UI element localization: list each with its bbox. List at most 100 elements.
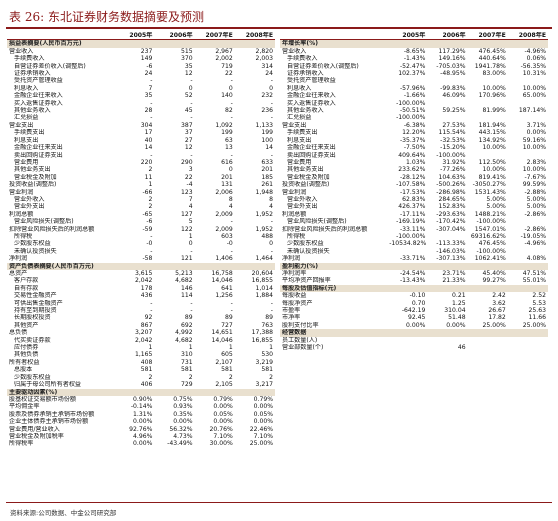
value-cell: 0.00% (253, 403, 273, 411)
value-cell: 616 (221, 158, 233, 166)
value-cell (508, 152, 548, 159)
value-cell: - (270, 299, 273, 307)
row-label: 自有存款 (14, 284, 39, 292)
table-row: 营业税金及附加税率 4.96% 4.73% 7.10% 7.10% (7, 433, 275, 440)
value-cell: 0.93% (173, 403, 193, 411)
left-header-row: 2005年 2006年 2007年E 2008年E (7, 32, 275, 41)
row-label: 少数股东权益 (287, 240, 324, 248)
row-label: 卖出回购证券支出 (14, 151, 63, 159)
value-cell (427, 100, 467, 107)
section-header-row: 经营数据 (280, 329, 548, 337)
table-row: 营业外支出 2 4 4 4 (7, 203, 275, 210)
table-row: 交易性金融资产 436 114 1,256 1,884 (7, 292, 275, 299)
row-label: 每股收益 (282, 292, 307, 300)
value-cell: 314 (261, 62, 273, 70)
table-row: 所得税 - 1 603 488 (7, 233, 275, 240)
value-cell: 17,388 (251, 329, 273, 337)
value-cell: 0.75% (173, 395, 193, 403)
value-cell: 121 (180, 255, 193, 263)
value-cell (468, 344, 508, 351)
value-cell: 112.50% (478, 158, 506, 166)
row-label: 净利润 (282, 255, 301, 263)
value-cell (468, 77, 508, 84)
row-label: 归属于母公司所有者权益 (14, 381, 82, 389)
value-cell: 25.00% (249, 440, 273, 448)
value-cell (467, 284, 508, 293)
right-table-body: 年增长率(%) 营业收入 -8.65% 117.29% 476.45% -4.96% 手续费… (280, 39, 548, 352)
table-row: 营业外收入 62.83% 284.65% 5.00% 5.00% (280, 196, 548, 203)
row-label: 营业外收入 (14, 195, 45, 203)
value-cell: 23.71% (442, 270, 466, 277)
row-label: 营业外支出 (287, 203, 318, 211)
table-row: 总股本 581 581 581 581 (7, 366, 275, 373)
value-cell: -17.11% (399, 210, 426, 218)
value-cell (154, 388, 195, 396)
value-cell: 10.00% (522, 144, 546, 152)
value-cell: 605 (221, 351, 233, 359)
value-cell: -107.58% (396, 181, 426, 189)
table-row: 其他负债 1,165 310 605 530 (7, 351, 275, 358)
value-cell: 152.83% (438, 203, 466, 211)
value-cell: 0.21 (452, 292, 466, 300)
value-cell: 65.00% (522, 92, 546, 100)
table-row: 企业主体债券主承销市场份额 0.00% 0.00% 0.00% 0.00% (7, 418, 275, 425)
value-cell: 47.51% (522, 270, 546, 277)
table-row: 买入返售证券收入 - - - - (7, 100, 275, 107)
value-cell: 409.64% (398, 151, 426, 159)
value-cell: 719 (221, 62, 233, 70)
value-cell: 16,855 (251, 336, 273, 344)
value-cell: 92 (144, 314, 153, 322)
value-cell: -286.98% (436, 188, 466, 196)
value-cell: - (150, 247, 153, 255)
table-row: 手续费收入 149 370 2,002 2,003 (7, 55, 275, 62)
value-cell: 1,256 (215, 292, 233, 300)
value-cell (468, 100, 508, 107)
value-cell (114, 262, 155, 270)
value-cell: 122 (180, 225, 193, 233)
value-cell: 123 (180, 188, 193, 196)
value-cell: 4.96% (133, 432, 153, 440)
value-cell (387, 39, 428, 48)
value-cell (508, 77, 548, 84)
value-cell: 14 (265, 144, 273, 152)
value-cell (467, 262, 508, 270)
value-cell (507, 284, 548, 293)
value-cell: 2.83% (526, 158, 546, 166)
table-row: 市盈率 -642.19 310.04 26.67 25.63 (280, 307, 548, 314)
value-cell: - (270, 307, 273, 315)
value-cell: -146.03% (436, 247, 466, 255)
value-cell: -6 (146, 62, 153, 70)
value-cell: -1.43% (403, 55, 426, 63)
value-cell: 26.67 (488, 307, 506, 315)
value-cell: 1 (188, 344, 193, 352)
value-cell: 0.05% (253, 410, 273, 418)
value-cell: 11.66 (528, 314, 546, 322)
row-label: 利息支出 (287, 136, 312, 144)
value-cell: 40 (144, 136, 153, 144)
value-cell: 22 (184, 173, 193, 181)
value-cell: 237 (140, 47, 153, 55)
row-label: 金融企业往来收入 (287, 92, 336, 100)
value-cell (468, 337, 508, 344)
row-label: 营业税金及附加 (14, 173, 57, 181)
row-label: 所得税 (14, 232, 33, 240)
table-row: 营业税金及附加 11 22 201 185 (7, 174, 275, 181)
table-row: 利息收入 -57.96% -99.83% 10.00% 10.00% (280, 85, 548, 92)
value-cell: 426.37% (398, 203, 426, 211)
value-cell: -100.00% (476, 218, 506, 226)
value-cell: -66 (142, 188, 153, 196)
value-cell: -0.14% (130, 403, 153, 411)
value-cell: 92.76% (129, 425, 153, 433)
value-cell: 20.76% (209, 425, 233, 433)
row-label: 每股净资产 (282, 299, 313, 307)
value-cell: 2,009 (215, 225, 233, 233)
row-label: 持有至到期投资 (14, 307, 57, 315)
value-cell: 100 (261, 136, 273, 144)
value-cell: 0 (188, 84, 193, 92)
row-label: 金融企业往来支出 (14, 144, 63, 152)
table-row: 金融企业往来支出 14 12 13 14 (7, 144, 275, 151)
value-cell: 731 (180, 358, 193, 366)
value-cell: 2 (148, 203, 153, 211)
table-row: 股利支付比率 0.00% 0.00% 25.00% 25.00% (280, 322, 548, 329)
row-label: 净利润 (9, 255, 28, 263)
